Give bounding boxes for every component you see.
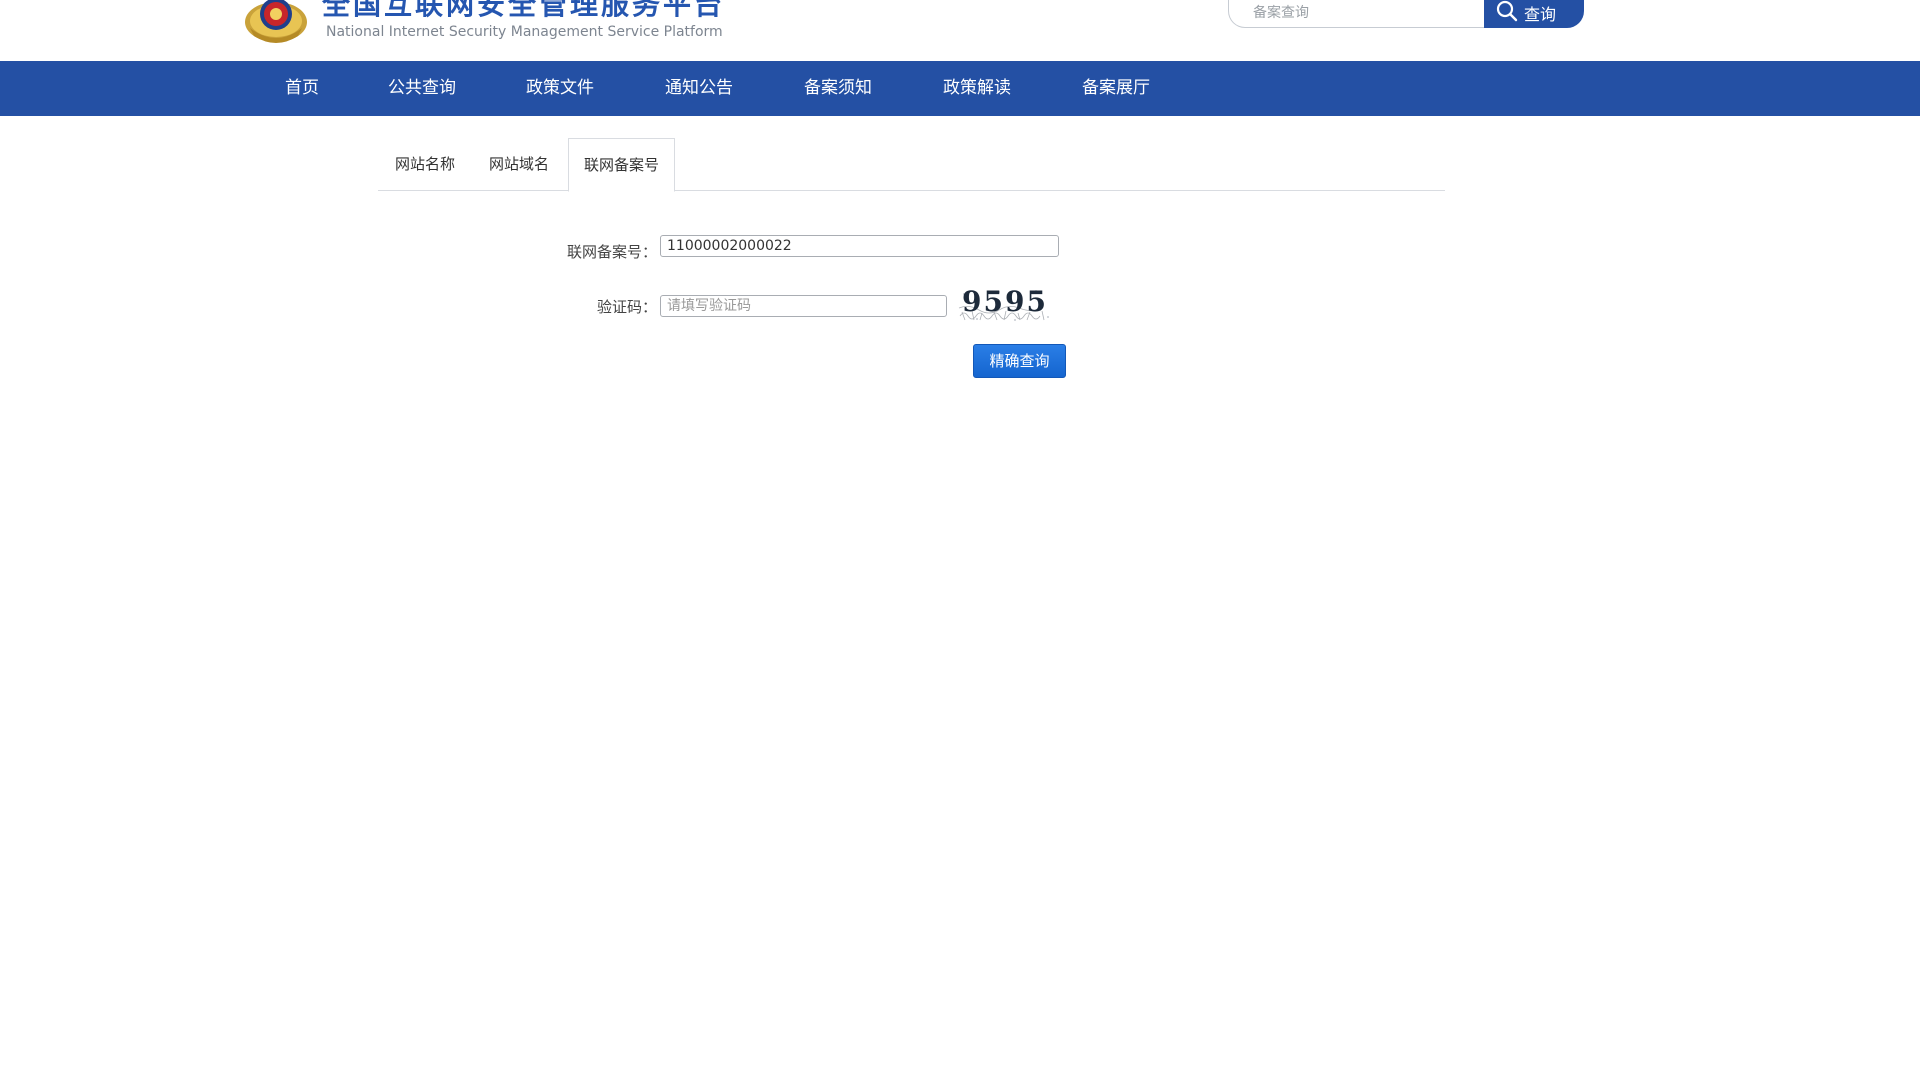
captcha-input[interactable]: [660, 295, 947, 317]
query-type-tabs: 网站名称 网站域名 联网备案号: [378, 138, 1445, 192]
record-number-input[interactable]: [660, 235, 1059, 257]
site-header: 全国互联网安全管理服务平台 National Internet Security…: [0, 0, 1920, 61]
nav-item-home[interactable]: 首页: [285, 61, 319, 116]
site-subtitle: National Internet Security Management Se…: [326, 24, 723, 40]
header-search-input[interactable]: [1228, 0, 1484, 28]
nav-item-public-query[interactable]: 公共查询: [388, 61, 456, 116]
nav-item-policy-interpretation[interactable]: 政策解读: [943, 61, 1011, 116]
tab-website-name[interactable]: 网站名称: [378, 138, 472, 191]
captcha-label: 验证码：: [596, 298, 657, 316]
tab-website-domain[interactable]: 网站域名: [472, 138, 566, 191]
search-icon: [1496, 0, 1524, 26]
police-emblem-logo: [244, 0, 308, 44]
nav-item-filing-guide[interactable]: 备案须知: [804, 61, 872, 116]
header-search-button[interactable]: 查询: [1484, 0, 1584, 28]
exact-query-button[interactable]: 精确查询: [973, 344, 1066, 378]
header-search: 查询: [1228, 0, 1584, 28]
captcha-code: 9595: [962, 286, 1048, 318]
tab-record-number[interactable]: 联网备案号: [568, 138, 675, 192]
record-number-label: 联网备案号：: [566, 243, 657, 261]
site-title: 全国互联网安全管理服务平台: [322, 0, 726, 21]
header-search-button-label: 查询: [1524, 5, 1557, 24]
nav-item-policy-documents[interactable]: 政策文件: [526, 61, 594, 116]
captcha-image[interactable]: 9595: [958, 285, 1052, 322]
nav-item-filing-showcase[interactable]: 备案展厅: [1082, 61, 1150, 116]
main-nav: 首页 公共查询 政策文件 通知公告 备案须知 政策解读 备案展厅: [0, 61, 1920, 116]
nav-item-notices[interactable]: 通知公告: [665, 61, 733, 116]
